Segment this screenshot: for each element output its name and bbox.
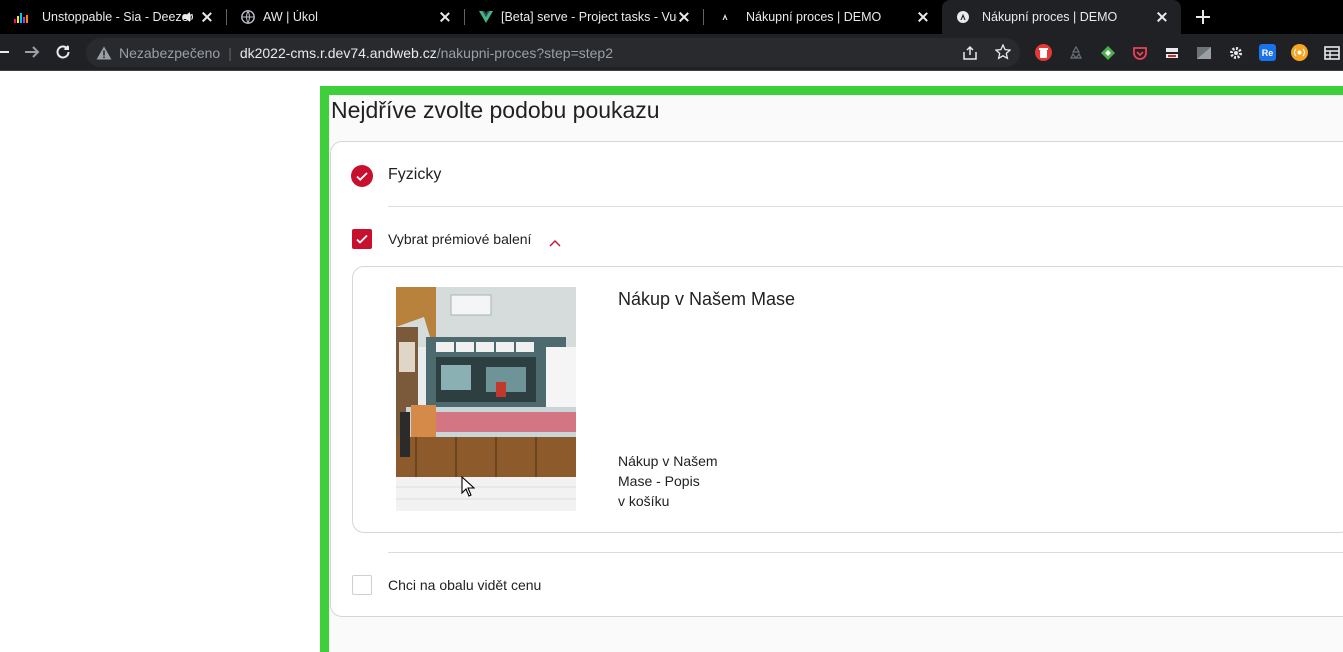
description-line: Mase - Popis <box>618 473 700 489</box>
close-tab-icon[interactable] <box>916 10 930 24</box>
hat-extension-icon[interactable] <box>1163 44 1180 61</box>
forward-button[interactable] <box>22 42 42 62</box>
tab-title: AW | Úkol <box>263 10 318 24</box>
site-logo-icon <box>718 10 732 24</box>
reload-button[interactable] <box>53 42 73 62</box>
close-tab-icon[interactable] <box>1155 10 1169 24</box>
tab-vue-project[interactable]: [Beta] serve - Project tasks - Vue <box>465 0 703 34</box>
url-host: dk2022-cms.r.dev74.andweb.cz <box>239 44 437 61</box>
address-bar[interactable]: Nezabezpečeno | dk2022-cms.r.dev74.andwe… <box>86 38 1020 67</box>
bookmark-star-icon[interactable] <box>994 43 1012 60</box>
share-icon[interactable] <box>962 45 978 61</box>
globe-icon <box>241 10 255 24</box>
tab-nakupni-proces-active[interactable]: Nákupní proces | DEMO <box>942 0 1181 34</box>
mouse-cursor-icon <box>461 475 476 498</box>
product-name: Nákup v Našem Mase <box>618 289 796 309</box>
browser-toolbar: Nezabezpečeno | dk2022-cms.r.dev74.andwe… <box>0 34 1343 71</box>
close-tab-icon[interactable] <box>677 10 691 24</box>
close-tab-icon[interactable] <box>200 10 214 24</box>
product-description: Nákup v Našem Mase - Popis v košíku <box>618 451 758 511</box>
tab-title: Nákupní proces | DEMO <box>982 10 1118 24</box>
url-path: /nakupni-proces?step=step2 <box>436 44 614 61</box>
flag-extension-icon[interactable] <box>1195 44 1212 61</box>
new-tab-button[interactable] <box>1193 7 1213 27</box>
tab-strip: Unstoppable - Sia - Deezer AW | Úkol [Be… <box>0 0 1343 34</box>
radio-physical[interactable] <box>351 165 373 187</box>
product-image <box>396 287 576 511</box>
warning-icon[interactable] <box>96 46 112 60</box>
extension-red-icon[interactable] <box>1035 44 1052 61</box>
tab-title: [Beta] serve - Project tasks - Vue <box>501 10 684 24</box>
tab-aw-ukol[interactable]: AW | Úkol <box>227 0 464 34</box>
page-viewport: Nejdříve zvolte podobu poukazu Fyzicky V… <box>0 71 1343 652</box>
menu-grid-icon[interactable] <box>1323 44 1340 61</box>
tab-title: Nákupní proces | DEMO <box>746 10 882 24</box>
security-label: Nezabezpečeno <box>119 44 221 61</box>
tab-nakupni-proces-1[interactable]: Nákupní proces | DEMO <box>704 0 942 34</box>
deezer-icon <box>14 10 28 24</box>
gear-icon[interactable] <box>1227 44 1244 61</box>
feedly-extension-icon[interactable] <box>1099 44 1116 61</box>
tab-deezer[interactable]: Unstoppable - Sia - Deezer <box>0 0 226 34</box>
vue-icon <box>479 10 493 24</box>
show-price-label[interactable]: Chci na obalu vidět cenu <box>388 577 541 593</box>
speaker-icon[interactable] <box>182 10 194 24</box>
description-line: Nákup v Našem <box>618 453 718 469</box>
radio-extension-icon[interactable] <box>1291 44 1308 61</box>
address-divider: | <box>228 44 232 61</box>
divider <box>388 552 1343 553</box>
premium-packaging-checkbox[interactable] <box>352 229 372 249</box>
chevron-up-icon[interactable] <box>549 234 561 247</box>
page-title: Nejdříve zvolte podobu poukazu <box>331 97 660 123</box>
premium-packaging-label[interactable]: Vybrat prémiové balení <box>388 231 531 247</box>
tab-title: Unstoppable - Sia - Deezer <box>42 10 193 24</box>
radio-physical-label[interactable]: Fyzicky <box>388 166 441 184</box>
pocket-extension-icon[interactable] <box>1131 44 1148 61</box>
recycle-extension-icon[interactable] <box>1067 44 1084 61</box>
divider <box>388 206 1343 207</box>
show-price-checkbox[interactable] <box>352 575 372 595</box>
description-line: v košíku <box>618 493 670 509</box>
site-logo-icon <box>956 10 970 24</box>
re-extension-icon[interactable]: Re <box>1259 44 1276 61</box>
back-button[interactable] <box>0 42 12 62</box>
close-tab-icon[interactable] <box>438 10 452 24</box>
